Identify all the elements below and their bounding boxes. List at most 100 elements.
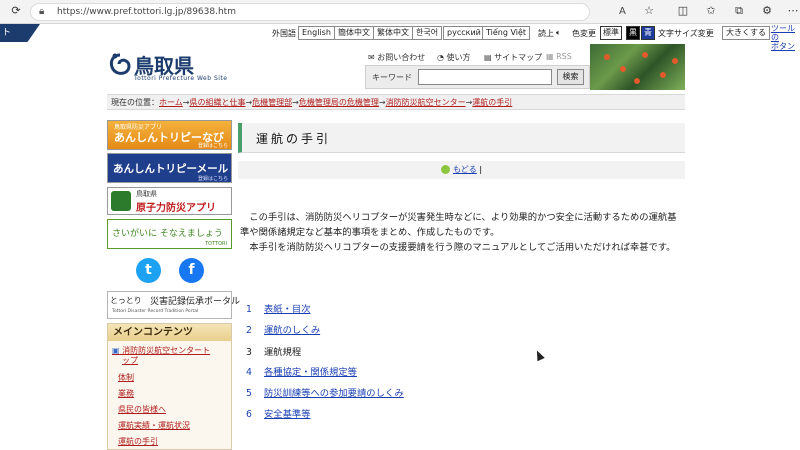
breadcrumb-crisis-dept[interactable]: 危機管理部	[252, 98, 292, 107]
color-blue-button[interactable]: 青	[641, 26, 655, 40]
read-aloud-link[interactable]: 読上	[538, 28, 554, 39]
breadcrumb-home[interactable]: ホーム	[159, 98, 183, 107]
portal-right-text: 災害記録伝承ポータル	[150, 297, 241, 307]
lang-english[interactable]: English	[298, 26, 335, 40]
breadcrumb-aviation-center[interactable]: 消防防災航空センター	[386, 98, 466, 107]
toc-item-6[interactable]: 6 安全基準等	[246, 406, 311, 420]
language-label: 外国語	[272, 29, 296, 38]
breadcrumb-organization[interactable]: 県の組織と仕事	[189, 98, 245, 107]
toc-item-5[interactable]: 5 防災訓練等への参加要請のしくみ	[246, 385, 404, 399]
sitemap-link-label: サイトマップ	[494, 53, 543, 62]
menu-item-system[interactable]: 体制	[118, 372, 134, 383]
toc-item-3: 3 運航規程	[246, 344, 301, 358]
search-label: キーワード	[372, 73, 412, 82]
anshin-tripy-mail-banner[interactable]: あんしんトリピーメール 登録はこちら	[107, 153, 232, 183]
color-black-button[interactable]: 黒	[626, 26, 640, 40]
back-link[interactable]: もどる	[453, 165, 477, 174]
mouse-cursor-icon	[533, 348, 545, 362]
search-button[interactable]: 検索	[557, 69, 584, 85]
more-icon[interactable]: ⋯	[785, 4, 800, 17]
toc-label-5[interactable]: 防災訓練等への参加要請のしくみ	[264, 388, 404, 399]
page-title-bar: 運航の手引	[238, 123, 685, 153]
facebook-icon[interactable]: f	[179, 258, 204, 283]
search-panel: キーワード 検索	[365, 65, 590, 89]
banner-nuclear-main: 原子力防災アプリ	[136, 203, 216, 214]
font-size-larger-button[interactable]: 大きくする	[722, 26, 770, 40]
menu-item-center-top[interactable]: ▣ 消防防災航空センタート ップ	[112, 346, 210, 366]
page-icon: ▣	[112, 346, 120, 355]
menu-item-operations[interactable]: 業務	[118, 388, 134, 399]
collections-icon[interactable]: ⧉	[731, 4, 747, 18]
menu-item-flight-record[interactable]: 運航実績・運航状況	[118, 420, 190, 431]
lock-icon: 🔒︎	[39, 6, 45, 17]
url-text: https://www.pref.tottori.lg.jp/89638.htm	[57, 7, 236, 17]
sitemap-link[interactable]: ▤ サイトマップ	[484, 52, 542, 63]
intro-text: この手引は、消防防災ヘリコプターが災害発生時などに、より効果的かつ安全に活動する…	[240, 210, 685, 255]
menu-title: メインコンテンツ	[108, 324, 231, 341]
menu-item-for-residents[interactable]: 県民の皆様へ	[118, 404, 166, 415]
skip-tab[interactable]: ト	[0, 24, 40, 42]
banner-prepare-main: さいがいに そなえましょう	[112, 229, 223, 239]
rss-link-label: RSS	[556, 52, 572, 61]
browser-toolbar: ⟳ 🔒︎ https://www.pref.tottori.lg.jp/8963…	[0, 0, 800, 24]
header-photo	[590, 44, 685, 90]
split-screen-icon[interactable]: ◫	[675, 4, 691, 17]
toc-num-5: 5	[246, 388, 252, 399]
breadcrumb-current[interactable]: 運航の手引	[472, 98, 512, 107]
back-arrow-icon	[440, 165, 450, 174]
portal-left-text: とっとり	[110, 296, 142, 305]
contact-link[interactable]: ✉ お問い合わせ	[368, 52, 425, 63]
speaker-icon[interactable]: 🔈︎	[556, 28, 561, 38]
breadcrumb-crisis-bureau[interactable]: 危機管理局の危機管理	[299, 98, 379, 107]
web-page: ト 外国語 English 簡体中文 繁体中文 한국어 русский Tiến…	[0, 24, 800, 450]
toc-label-6[interactable]: 安全基準等	[264, 409, 311, 420]
color-standard-button[interactable]: 標準	[600, 26, 622, 40]
banner-prepare-small: TOTTORI	[205, 241, 227, 247]
site-logo-subtitle: Tottori Prefecture Web Site	[134, 75, 228, 82]
nuclear-app-icon	[111, 191, 131, 211]
toc-label-1[interactable]: 表紙・目次	[264, 304, 311, 315]
twitter-icon[interactable]: t	[136, 258, 161, 283]
toc-num-2: 2	[246, 325, 252, 336]
favorite-icon[interactable]: ☆	[641, 4, 657, 17]
toc-label-2[interactable]: 運航のしくみ	[264, 325, 320, 336]
color-change-label: 色変更	[572, 29, 596, 38]
lang-russian[interactable]: русский	[443, 26, 485, 40]
toc-item-4[interactable]: 4 各種協定・関係規定等	[246, 364, 357, 378]
extensions-icon[interactable]: ⚙	[759, 4, 775, 17]
address-bar[interactable]: 🔒︎ https://www.pref.tottori.lg.jp/89638.…	[30, 3, 626, 21]
favorites-icon[interactable]: ✩	[703, 4, 719, 17]
read-aloud-icon[interactable]: A	[619, 6, 626, 17]
menu-item-flight-guide[interactable]: 運航の手引	[118, 436, 158, 447]
lang-vietnamese[interactable]: Tiếng Việt	[482, 26, 531, 40]
toc-label-4[interactable]: 各種協定・関係規定等	[264, 367, 357, 378]
menu-item-center-top-line2: ップ	[122, 356, 138, 365]
toc-item-1[interactable]: 1 表紙・目次	[246, 301, 311, 315]
toc-num-6: 6	[246, 409, 252, 420]
howto-link[interactable]: ◔ 使い方	[437, 52, 471, 63]
nuclear-disaster-app-banner[interactable]: 鳥取県 原子力防災アプリ	[107, 187, 232, 215]
banner-nuclear-top: 鳥取県	[136, 190, 157, 198]
search-input[interactable]	[418, 69, 552, 85]
lang-simplified-chinese[interactable]: 簡体中文	[334, 26, 374, 40]
intro-paragraph-2: 本手引を消防防災ヘリコプターの支援要請を行う際のマニュアルとしてご活用いただけれ…	[249, 242, 676, 253]
tool-link[interactable]: ツールの ボタン	[771, 24, 800, 51]
banner-mail-main: あんしんトリピーメール	[113, 163, 229, 175]
tottori-logo-icon[interactable]	[107, 52, 133, 78]
intro-paragraph-1: この手引は、消防防災ヘリコプターが災害発生時などに、より効果的かつ安全に活動する…	[240, 212, 677, 238]
toc-item-2[interactable]: 2 運航のしくみ	[246, 322, 320, 336]
lang-traditional-chinese[interactable]: 繁体中文	[373, 26, 413, 40]
font-size-label: 文字サイズ変更	[658, 29, 714, 38]
toc-num-3: 3	[246, 347, 252, 358]
page-title: 運航の手引	[256, 132, 332, 146]
prepare-disaster-banner[interactable]: さいがいに そなえましょう TOTTORI	[107, 219, 232, 249]
anshin-tripy-navi-banner[interactable]: 鳥取県防災アプリ あんしんトリピーなび 登録はこちら	[107, 120, 232, 150]
rss-link[interactable]: ▦ RSS	[546, 52, 572, 61]
lang-korean[interactable]: 한국어	[412, 26, 443, 40]
toc-num-1: 1	[246, 304, 252, 315]
back-nav: もどる |	[238, 161, 685, 179]
howto-link-label: 使い方	[446, 53, 471, 62]
disaster-record-portal-banner[interactable]: とっとり 災害記録伝承ポータル Tottori Disaster Record …	[107, 291, 240, 319]
toc-label-3: 運航規程	[264, 347, 302, 358]
refresh-icon[interactable]: ⟳	[8, 4, 24, 17]
